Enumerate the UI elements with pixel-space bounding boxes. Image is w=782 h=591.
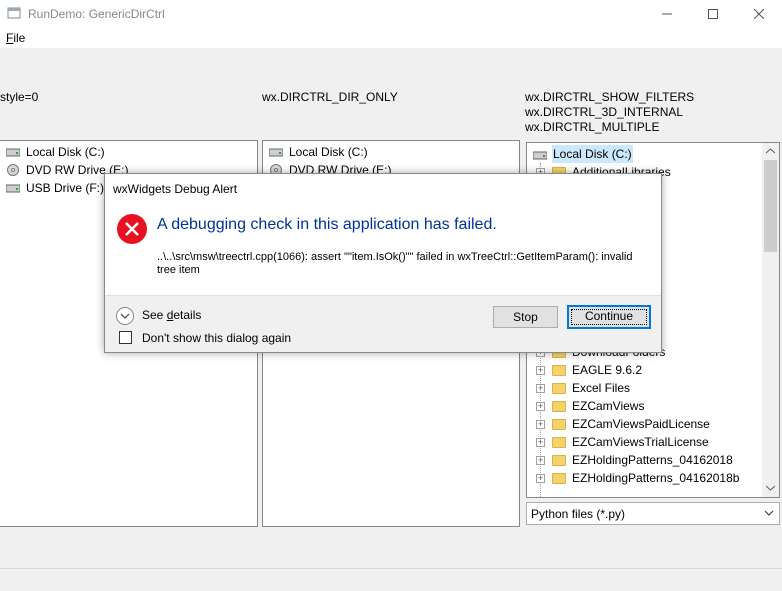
tree-item[interactable]: + EZCamViews [527, 397, 763, 415]
tree-item[interactable]: Local Disk (C:) [269, 143, 509, 161]
tree-root-item[interactable]: Local Disk (C:) [527, 145, 763, 163]
tree-root-label: Local Disk (C:) [552, 145, 633, 163]
focus-rect [571, 309, 647, 325]
tree-item-label: EZHoldingPatterns_04162018b [572, 471, 740, 485]
tree-item-label: EAGLE 9.6.2 [572, 363, 643, 377]
expand-icon[interactable]: + [536, 384, 545, 393]
dont-show-again-checkbox[interactable] [119, 331, 132, 344]
menu-bar: File [0, 28, 782, 48]
dialog-message: ..\..\src\msw\treectrl.cpp(1066): assert… [157, 251, 633, 276]
tree-item[interactable]: + EZCamViewsPaidLicense [527, 415, 763, 433]
expand-icon[interactable]: + [536, 456, 545, 465]
folder-icon [552, 473, 566, 484]
folder-icon [552, 383, 566, 394]
status-bar [0, 568, 782, 591]
close-icon [754, 9, 764, 19]
hard-drive-icon [269, 148, 283, 157]
hard-drive-icon [533, 151, 547, 160]
debug-alert-dialog: wxWidgets Debug Alert A debugging check … [104, 173, 662, 353]
hard-drive-icon [6, 148, 20, 157]
tree-item[interactable]: + EZCamViewsTrialLicense [527, 433, 763, 451]
tree-item[interactable]: + Excel Files [527, 379, 763, 397]
tree-item-label: EZCamViewsPaidLicense [572, 417, 710, 431]
style-label-right-2: wx.DIRCTRL_3D_INTERNAL [525, 105, 684, 119]
tree-item-label: Local Disk (C:) [26, 145, 105, 159]
continue-button[interactable]: Continue [567, 305, 651, 329]
folder-icon [552, 419, 566, 430]
style-label-right-1: wx.DIRCTRL_SHOW_FILTERS [525, 90, 695, 104]
see-details-pre: See [142, 308, 167, 322]
stop-button[interactable]: Stop [493, 306, 558, 328]
expand-icon[interactable]: + [536, 420, 545, 429]
expand-details-icon[interactable] [115, 306, 135, 326]
tree-item[interactable]: + EAGLE 9.6.2 [527, 361, 763, 379]
expand-icon[interactable]: + [536, 438, 545, 447]
tree-item[interactable]: + EZHoldingPatterns_04162018 [527, 451, 763, 469]
dvd-drive-icon [7, 164, 19, 176]
stop-button-label: Stop [513, 310, 538, 324]
maximize-button[interactable] [690, 0, 736, 28]
close-button[interactable] [736, 0, 782, 28]
usb-drive-icon [6, 184, 20, 193]
tree-item-label: EZCamViewsTrialLicense [572, 435, 709, 449]
maximize-icon [708, 9, 718, 19]
dialog-footer: See details Don't show this dialog again… [105, 295, 661, 352]
see-details-post: etails [173, 308, 202, 322]
folder-icon [552, 455, 566, 466]
dont-show-again-label[interactable]: Don't show this dialog again [142, 331, 291, 345]
style-label-right-3: wx.DIRCTRL_MULTIPLE [525, 120, 660, 134]
scroll-down-icon [766, 485, 775, 491]
scroll-up-icon [766, 148, 775, 154]
tree-item[interactable]: Local Disk (C:) [6, 143, 246, 161]
folder-icon [552, 365, 566, 376]
minimize-icon [662, 13, 672, 15]
minimize-button[interactable] [644, 0, 690, 28]
style-label-left: style=0 [0, 90, 39, 104]
file-filter-select[interactable]: Python files (*.py) [526, 502, 780, 525]
folder-icon [552, 437, 566, 448]
tree-item-label: EZCamViews [572, 399, 645, 413]
tree-item[interactable]: + EZHoldingPatterns_04162018b [527, 469, 763, 487]
right-tree-scrollbar[interactable] [762, 143, 779, 497]
tree-item-label: USB Drive (F:) [26, 181, 104, 195]
see-details-toggle[interactable]: See details [142, 308, 201, 322]
style-label-middle: wx.DIRCTRL_DIR_ONLY [262, 90, 398, 104]
window-title: RunDemo: GenericDirCtrl [28, 7, 165, 21]
file-filter-value: Python files (*.py) [531, 507, 626, 521]
window-titlebar: RunDemo: GenericDirCtrl [0, 0, 782, 28]
menu-file[interactable]: File [6, 31, 25, 45]
scroll-thumb[interactable] [764, 160, 777, 252]
expand-icon[interactable]: + [536, 402, 545, 411]
expand-icon[interactable]: + [536, 474, 545, 483]
tree-item-label: Excel Files [572, 381, 631, 395]
dialog-main-instruction: A debugging check in this application ha… [157, 216, 497, 233]
error-icon [117, 214, 147, 244]
tree-item-label: EZHoldingPatterns_04162018 [572, 453, 733, 467]
menu-file-rest: ile [13, 31, 26, 45]
app-icon [7, 7, 21, 19]
chevron-down-icon [764, 510, 774, 516]
expand-icon[interactable]: + [536, 366, 545, 375]
tree-item-label: Local Disk (C:) [289, 145, 368, 159]
dialog-title: wxWidgets Debug Alert [113, 182, 238, 196]
folder-icon [552, 401, 566, 412]
